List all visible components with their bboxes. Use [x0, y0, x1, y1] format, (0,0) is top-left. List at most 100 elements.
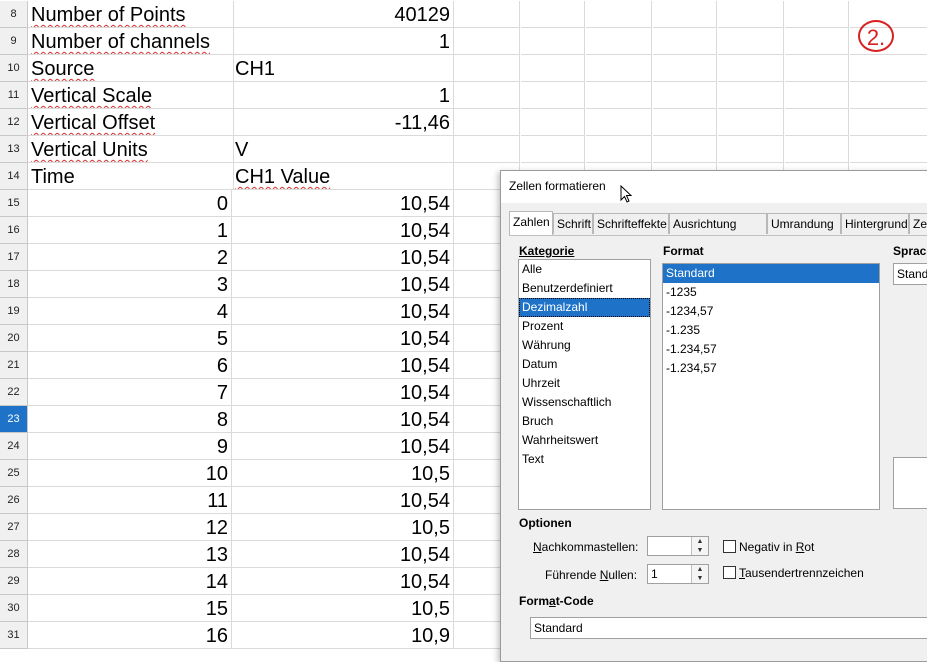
row-header[interactable]: 11	[0, 82, 28, 109]
tab-ausrichtung[interactable]: Ausrichtung	[669, 213, 767, 234]
tab-hintergrund[interactable]: Hintergrund	[841, 213, 909, 234]
spin-up-icon[interactable]: ▲	[691, 565, 708, 574]
row-header[interactable]: 22	[0, 379, 28, 406]
list-item[interactable]: -1235	[663, 283, 879, 302]
row-header[interactable]: 12	[0, 109, 28, 136]
cell-a[interactable]: Number of Points	[28, 1, 234, 28]
tab-umrandung[interactable]: Umrandung	[767, 213, 841, 234]
cell-a[interactable]: 11	[28, 487, 232, 514]
empty-cell[interactable]	[586, 55, 652, 82]
cell-a[interactable]: 13	[28, 541, 232, 568]
cell-a[interactable]: 0	[28, 190, 232, 217]
cell-b[interactable]: 10,54	[232, 325, 454, 352]
row-header[interactable]: 13	[0, 136, 28, 163]
cell-a[interactable]: 8	[28, 406, 232, 433]
empty-cell[interactable]	[521, 28, 585, 55]
empty-cell[interactable]	[454, 55, 520, 82]
cell-a[interactable]: 16	[28, 622, 232, 649]
empty-cell[interactable]	[653, 136, 717, 163]
kategorie-list[interactable]: Alle Benutzerdefiniert Dezimalzahl Prozent W…	[518, 259, 651, 510]
cell-a[interactable]: 7	[28, 379, 232, 406]
cell-b[interactable]: 10,54	[232, 298, 454, 325]
empty-cell[interactable]	[785, 136, 849, 163]
cell-b[interactable]: 10,54	[232, 379, 454, 406]
empty-cell[interactable]	[454, 1, 520, 28]
row-header[interactable]: 31	[0, 622, 28, 649]
empty-cell[interactable]	[454, 109, 520, 136]
row-header[interactable]: 9	[0, 28, 28, 55]
list-item[interactable]: Wissenschaftlich	[519, 393, 650, 412]
empty-cell[interactable]	[718, 136, 784, 163]
empty-cell[interactable]	[586, 28, 652, 55]
row-header[interactable]: 17	[0, 244, 28, 271]
cell-b[interactable]: 10,54	[232, 271, 454, 298]
nachkomma-stepper[interactable]: ▲ ▼	[647, 536, 709, 556]
row-header[interactable]: 18	[0, 271, 28, 298]
empty-cell[interactable]	[454, 82, 520, 109]
list-item[interactable]: Datum	[519, 355, 650, 374]
empty-cell[interactable]	[653, 82, 717, 109]
empty-cell[interactable]	[718, 1, 784, 28]
formatcode-input[interactable]: Standard	[530, 617, 927, 639]
row-header[interactable]: 29	[0, 568, 28, 595]
row-header[interactable]: 23	[0, 406, 28, 433]
cell-b[interactable]: 10,5	[232, 514, 454, 541]
cell-b[interactable]: V	[232, 136, 454, 163]
empty-cell[interactable]	[521, 1, 585, 28]
empty-cell[interactable]	[586, 136, 652, 163]
cell-b[interactable]: 1	[232, 82, 454, 109]
empty-cell[interactable]	[653, 55, 717, 82]
tab-schrift[interactable]: Schrift	[553, 213, 593, 234]
cell-a[interactable]: 6	[28, 352, 232, 379]
spin-down-icon[interactable]: ▼	[691, 546, 708, 555]
empty-cell[interactable]	[785, 1, 849, 28]
cell-b[interactable]: 10,54	[232, 244, 454, 271]
empty-cell[interactable]	[850, 136, 927, 163]
row-header[interactable]: 19	[0, 298, 28, 325]
cell-b[interactable]: 40129	[232, 1, 454, 28]
cell-a[interactable]: 3	[28, 271, 232, 298]
list-item[interactable]: Wahrheitswert	[519, 431, 650, 450]
empty-cell[interactable]	[850, 55, 927, 82]
fuehrende-stepper[interactable]: 1 ▲ ▼	[647, 564, 709, 584]
cell-b[interactable]: 10,54	[232, 487, 454, 514]
empty-cell[interactable]	[785, 28, 849, 55]
cell-a[interactable]: 15	[28, 595, 232, 622]
empty-cell[interactable]	[454, 136, 520, 163]
cell-a[interactable]: Vertical Scale	[28, 82, 234, 109]
empty-cell[interactable]	[521, 82, 585, 109]
row-header[interactable]: 30	[0, 595, 28, 622]
empty-cell[interactable]	[653, 109, 717, 136]
row-header[interactable]: 15	[0, 190, 28, 217]
empty-cell[interactable]	[586, 109, 652, 136]
cell-b[interactable]: 10,5	[232, 595, 454, 622]
row-header[interactable]: 25	[0, 460, 28, 487]
cell-a[interactable]: Number of channels	[28, 28, 234, 55]
list-item[interactable]: -1.234,57	[663, 359, 879, 378]
cell-b[interactable]: 10,54	[232, 433, 454, 460]
list-item[interactable]: -1234,57	[663, 302, 879, 321]
cell-b[interactable]: 10,54	[232, 541, 454, 568]
cell-b[interactable]: 10,54	[232, 352, 454, 379]
negativ-checkbox[interactable]	[723, 540, 736, 553]
row-header[interactable]: 21	[0, 352, 28, 379]
empty-cell[interactable]	[653, 1, 717, 28]
empty-cell[interactable]	[653, 28, 717, 55]
cell-b[interactable]: 10,54	[232, 406, 454, 433]
tausender-checkbox[interactable]	[723, 566, 736, 579]
spin-down-icon[interactable]: ▼	[691, 574, 708, 583]
cell-a[interactable]: Time	[28, 163, 234, 190]
cell-b[interactable]: 10,54	[232, 568, 454, 595]
cell-a[interactable]: 1	[28, 217, 232, 244]
empty-cell[interactable]	[586, 82, 652, 109]
empty-cell[interactable]	[718, 109, 784, 136]
tab-schrifteffekte[interactable]: Schrifteffekte	[593, 213, 669, 234]
row-header[interactable]: 16	[0, 217, 28, 244]
row-header[interactable]: 27	[0, 514, 28, 541]
row-header[interactable]: 28	[0, 541, 28, 568]
empty-cell[interactable]	[454, 28, 520, 55]
cell-a[interactable]: Vertical Units	[28, 136, 234, 163]
list-item[interactable]: Währung	[519, 336, 650, 355]
dialog-titlebar[interactable]: Zellen formatieren	[501, 171, 927, 203]
cell-a[interactable]: 12	[28, 514, 232, 541]
